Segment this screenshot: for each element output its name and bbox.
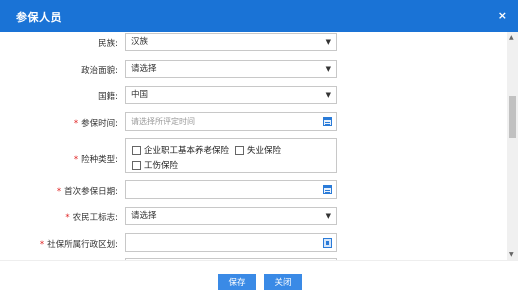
dialog-title-bar: 参保人员 × <box>0 0 518 32</box>
calendar-icon[interactable] <box>323 185 332 194</box>
region-picker-icon[interactable] <box>323 238 332 248</box>
checkbox-unemployment[interactable]: 失业保险 <box>235 144 281 156</box>
insured-time-input[interactable]: 请选择所评定时间 <box>125 112 337 131</box>
scroll-down-icon[interactable]: ▼ <box>509 251 514 258</box>
close-icon[interactable]: × <box>498 9 507 23</box>
migrant-flag-select[interactable]: 请选择 ▼ <box>125 207 337 225</box>
close-button[interactable]: 关闭 <box>264 274 302 290</box>
migrant-flag-value: 请选择 <box>131 211 157 221</box>
required-mark: * <box>73 119 79 129</box>
checkbox-injury[interactable]: 工伤保险 <box>132 159 178 171</box>
political-label: 政治面貌: <box>81 66 118 76</box>
scrollbar-thumb[interactable] <box>509 96 516 138</box>
save-button[interactable]: 保存 <box>218 274 256 290</box>
region-label: * 社保所属行政区划: <box>39 240 118 250</box>
form-body: 民族: 汉族 ▼ 政治面貌: 请选择 ▼ 国籍: 中国 ▼ * 参保时间: 请选择… <box>0 32 518 260</box>
nationality-select[interactable]: 中国 ▼ <box>125 86 337 104</box>
checkbox-icon[interactable] <box>235 145 244 155</box>
insurance-type-label: * 险种类型: <box>73 155 118 165</box>
checkbox-pension[interactable]: 企业职工基本养老保险 <box>132 144 229 156</box>
insured-time-label: * 参保时间: <box>73 119 118 129</box>
scroll-up-icon[interactable]: ▲ <box>509 34 514 41</box>
required-mark: * <box>56 187 62 197</box>
calendar-icon[interactable] <box>323 117 332 126</box>
political-select[interactable]: 请选择 ▼ <box>125 60 337 78</box>
scrollbar[interactable]: ▲ ▼ <box>507 32 518 260</box>
insurance-type-group: 企业职工基本养老保险 失业保险 工伤保险 <box>125 138 337 173</box>
checkbox-icon[interactable] <box>132 145 141 155</box>
required-mark: * <box>39 240 45 250</box>
dialog-footer: 保存 关闭 <box>0 260 518 299</box>
ethnicity-label: 民族: <box>98 39 118 49</box>
nationality-value: 中国 <box>131 90 149 100</box>
dialog-title: 参保人员 <box>16 11 62 24</box>
chevron-down-icon: ▼ <box>325 91 331 99</box>
chevron-down-icon: ▼ <box>325 65 331 73</box>
chevron-down-icon: ▼ <box>325 212 331 220</box>
ethnicity-value: 汉族 <box>131 37 149 47</box>
ethnicity-select[interactable]: 汉族 ▼ <box>125 33 337 51</box>
first-date-input[interactable] <box>125 180 337 199</box>
required-mark: * <box>73 155 79 165</box>
required-mark: * <box>65 213 70 223</box>
chevron-down-icon: ▼ <box>325 38 331 46</box>
first-date-label: * 首次参保日期: <box>56 187 118 197</box>
nationality-label: 国籍: <box>98 92 118 102</box>
checkbox-icon[interactable] <box>132 160 141 170</box>
migrant-flag-label: * 农民工标志: <box>65 213 118 223</box>
insured-time-placeholder: 请选择所评定时间 <box>131 117 195 126</box>
region-input[interactable] <box>125 233 337 252</box>
political-value: 请选择 <box>131 64 157 74</box>
